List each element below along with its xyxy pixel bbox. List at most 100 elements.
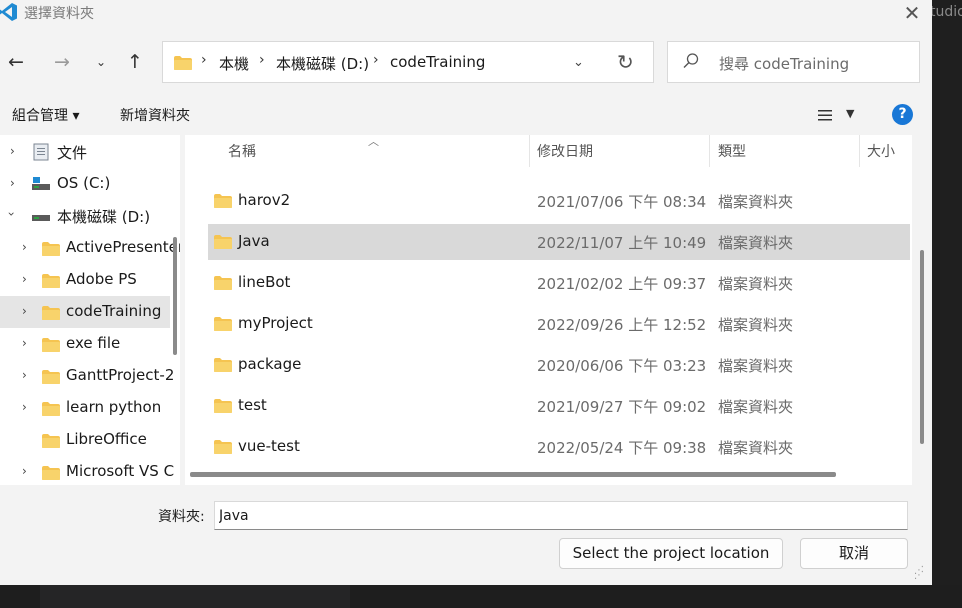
list-item[interactable]: test 2021/09/27 下午 09:02 檔案資料夾	[208, 388, 910, 424]
list-item[interactable]: package 2020/06/06 下午 03:23 檔案資料夾	[208, 347, 910, 383]
tree-item-label: Microsoft VS C	[66, 462, 175, 480]
item-name: test	[238, 396, 267, 414]
item-date: 2021/07/06 下午 08:34	[537, 193, 707, 211]
column-divider[interactable]	[859, 135, 860, 167]
expand-chevron-icon[interactable]: ›	[22, 272, 27, 286]
tree-item-label: OS (C:)	[57, 174, 111, 192]
view-dropdown-arrow-icon[interactable]: ▼	[846, 107, 854, 120]
item-date: 2022/11/07 上午 10:49	[537, 234, 707, 252]
item-type: 檔案資料夾	[718, 439, 794, 457]
expand-chevron-icon[interactable]: ›	[22, 400, 27, 414]
address-bar[interactable]: › 本機 › 本機磁碟 (D:) › codeTraining ⌄ ↻	[162, 41, 654, 83]
resize-grip-icon[interactable]: ⋰ ⋰	[914, 566, 924, 581]
tree-item-label: 文件	[57, 144, 88, 162]
drive-icon	[32, 177, 50, 190]
expand-chevron-icon[interactable]: ›	[22, 464, 27, 478]
tree-item-ganttproject[interactable]: › GanttProject-2	[0, 360, 174, 392]
editor-title-fragment: tudio	[930, 4, 962, 20]
folder-icon	[214, 194, 232, 208]
tree-item-label: GanttProject-2	[66, 366, 175, 384]
folder-icon	[42, 338, 60, 352]
breadcrumb-this-pc[interactable]: 本機	[219, 53, 249, 74]
folder-icon	[42, 402, 60, 416]
tree-item-label: 本機磁碟 (D:)	[57, 208, 151, 226]
list-item[interactable]: harov2 2021/07/06 下午 08:34 檔案資料夾	[208, 183, 910, 219]
tree-item-label: learn python	[66, 398, 162, 416]
folder-icon	[174, 56, 192, 70]
column-header-type[interactable]: 類型	[718, 141, 746, 161]
tree-item-codetraining[interactable]: › codeTraining	[0, 296, 170, 328]
expand-chevron-icon[interactable]: ›	[10, 144, 15, 158]
expand-chevron-icon[interactable]: ›	[10, 176, 15, 190]
folder-picker-dialog: 選擇資料夾 ✕ ← → ⌄ ↑ › 本機 › 本機磁碟 (D:) › codeT…	[0, 0, 932, 585]
column-header-size[interactable]: 大小	[867, 141, 895, 161]
item-type: 檔案資料夾	[718, 398, 794, 416]
view-options-icon[interactable]	[816, 106, 836, 124]
column-divider[interactable]	[529, 135, 530, 167]
tree-item-exe-file[interactable]: › exe file	[0, 328, 170, 360]
item-type: 檔案資料夾	[718, 234, 794, 252]
file-list: ︿ 名稱 修改日期 類型 大小 harov2 2021/07/06 下午 08:…	[185, 135, 912, 485]
search-placeholder: 搜尋 codeTraining	[719, 55, 850, 73]
list-item[interactable]: myProject 2022/09/26 上午 12:52 檔案資料夾	[208, 306, 910, 342]
tree-item-microsoft-vs[interactable]: › Microsoft VS C	[0, 456, 174, 485]
drive-icon	[32, 215, 50, 221]
file-list-horizontal-scrollbar-thumb[interactable]	[190, 472, 836, 477]
select-project-location-button[interactable]: Select the project location	[559, 538, 783, 569]
item-date: 2020/06/06 下午 03:23	[537, 357, 707, 375]
tree-item-label: exe file	[66, 334, 121, 352]
folder-icon	[214, 399, 232, 413]
editor-panel	[40, 585, 350, 608]
breadcrumb-drive-d[interactable]: 本機磁碟 (D:)	[276, 53, 369, 74]
refresh-icon[interactable]: ↻	[617, 50, 634, 74]
tree-item-os-c[interactable]: › OS (C:)	[0, 168, 170, 200]
close-icon[interactable]: ✕	[902, 3, 922, 23]
tree-item-drive-d[interactable]: › 本機磁碟 (D:)	[0, 200, 170, 232]
search-icon	[683, 53, 699, 68]
tree-item-label: ActivePresenter	[66, 238, 180, 256]
tree-item-libreoffice[interactable]: LibreOffice	[0, 424, 170, 456]
file-list-vertical-scrollbar-thumb[interactable]	[920, 250, 924, 444]
folder-name-input[interactable]	[214, 501, 908, 530]
tree-scrollbar-thumb[interactable]	[173, 237, 177, 355]
cancel-button[interactable]: 取消	[800, 538, 908, 569]
column-header-name[interactable]: 名稱	[228, 141, 256, 161]
forward-arrow-icon[interactable]: →	[50, 50, 74, 74]
item-name: vue-test	[238, 437, 300, 455]
folder-icon	[214, 358, 232, 372]
expand-chevron-icon[interactable]: ›	[22, 240, 27, 254]
up-arrow-icon[interactable]: ↑	[123, 50, 147, 74]
breadcrumb-codetraining[interactable]: codeTraining	[390, 53, 485, 71]
collapse-chevron-icon[interactable]: ›	[4, 212, 18, 217]
new-folder-button[interactable]: 新增資料夾	[120, 105, 190, 125]
folder-icon	[214, 440, 232, 454]
address-history-chevron-icon[interactable]: ⌄	[573, 55, 584, 70]
expand-chevron-icon[interactable]: ›	[22, 304, 27, 318]
list-item[interactable]: lineBot 2021/02/02 上午 09:37 檔案資料夾	[208, 265, 910, 301]
back-arrow-icon[interactable]: ←	[4, 50, 28, 74]
item-date: 2022/05/24 下午 09:38	[537, 439, 707, 457]
folder-icon	[42, 274, 60, 288]
folder-field-label: 資料夾:	[158, 509, 205, 525]
folder-icon	[42, 466, 60, 480]
tree-item-documents[interactable]: › 文件	[0, 136, 170, 168]
help-icon[interactable]: ?	[892, 104, 913, 125]
expand-chevron-icon[interactable]: ›	[22, 336, 27, 350]
column-header-modified[interactable]: 修改日期	[537, 141, 593, 161]
folder-icon	[214, 317, 232, 331]
item-type: 檔案資料夾	[718, 357, 794, 375]
list-item[interactable]: vue-test 2022/05/24 下午 09:38 檔案資料夾	[208, 429, 910, 465]
tree-item-learn-python[interactable]: › learn python	[0, 392, 170, 424]
list-item[interactable]: Java 2022/11/07 上午 10:49 檔案資料夾	[208, 224, 910, 260]
organize-menu-button[interactable]: 組合管理 ▾	[12, 105, 79, 125]
folder-icon	[214, 235, 232, 249]
expand-chevron-icon[interactable]: ›	[22, 368, 27, 382]
search-box[interactable]: 搜尋 codeTraining	[667, 41, 920, 83]
dialog-title: 選擇資料夾	[24, 6, 94, 22]
vscode-logo-icon	[0, 3, 17, 21]
tree-item-adobe-ps[interactable]: › Adobe PS	[0, 264, 170, 296]
column-divider[interactable]	[709, 135, 710, 167]
tree-item-activepresenter[interactable]: › ActivePresenter	[0, 232, 180, 264]
recent-locations-chevron-icon[interactable]: ⌄	[89, 50, 113, 74]
tree-item-label: Adobe PS	[66, 270, 137, 288]
